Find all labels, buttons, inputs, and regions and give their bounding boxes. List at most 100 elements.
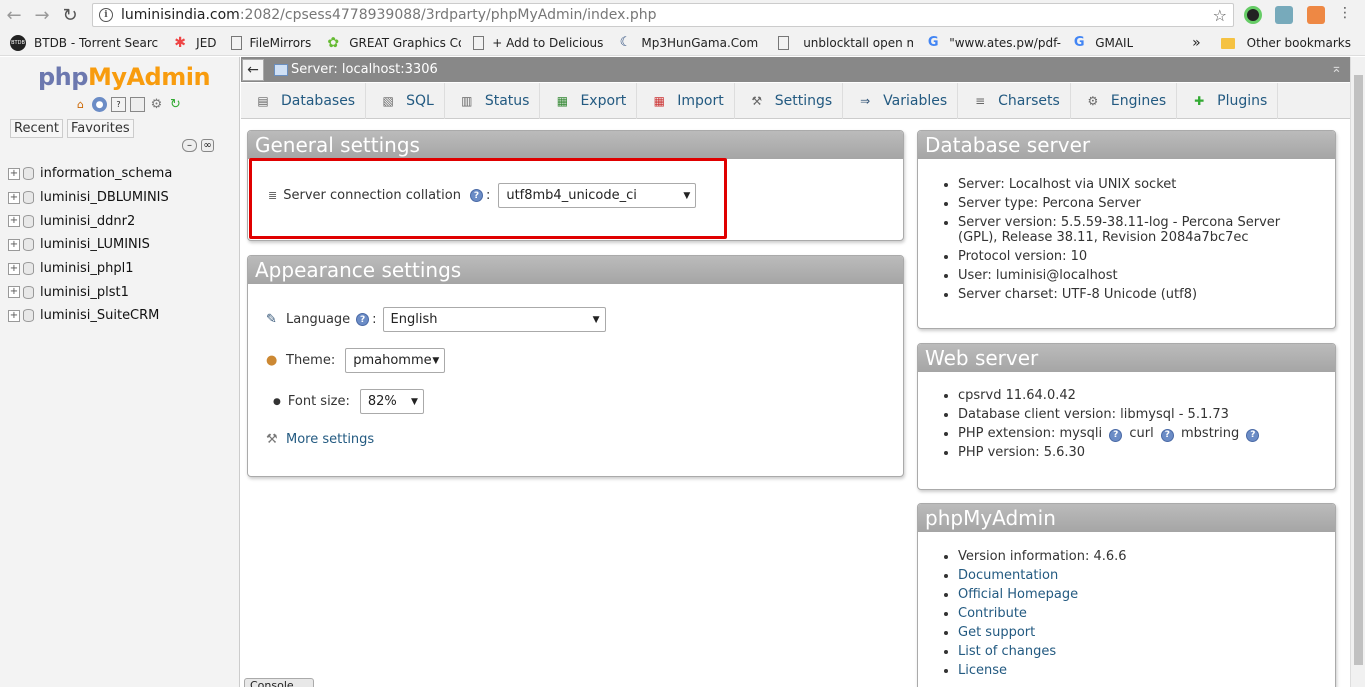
url-bar[interactable]: i luminisindia.com :2082/cpsess477893908… <box>92 3 1234 27</box>
expand-icon[interactable]: + <box>8 215 20 228</box>
bookmarks-bar: BTDB BTDB - Torrent Searc ✱ JED FileMirr… <box>0 30 1365 56</box>
expand-icon[interactable]: + <box>8 262 20 275</box>
list-item: cpsrvd 11.64.0.42 <box>958 386 1318 405</box>
expand-icon[interactable]: + <box>8 167 20 180</box>
recent-tab[interactable]: Recent <box>10 119 63 138</box>
page-scrollbar[interactable] <box>1350 57 1365 687</box>
recent-favorites-tabs: Recent Favorites <box>10 119 134 138</box>
database-name[interactable]: luminisi_plst1 <box>40 285 129 300</box>
tab-settings[interactable]: ⚒ Settings <box>735 83 844 119</box>
database-name[interactable]: luminisi_LUMINIS <box>40 237 150 252</box>
language-select[interactable]: English ▼ <box>382 307 606 332</box>
variables-icon: ⇒ <box>860 94 871 108</box>
expand-icon[interactable]: + <box>8 238 20 251</box>
license-link[interactable]: License <box>958 663 1007 678</box>
database-item[interactable]: + luminisi_DBLUMINIS <box>8 186 172 210</box>
back-arrow-icon[interactable]: ← <box>0 1 28 29</box>
engines-icon: ⚙ <box>1087 94 1099 108</box>
database-name[interactable]: luminisi_DBLUMINIS <box>40 190 169 205</box>
help-icon[interactable]: ? <box>356 313 370 326</box>
bookmark-item[interactable]: G "www.ates.pw/pdf-fi <box>925 35 1061 51</box>
bookmark-item[interactable]: G GMAIL <box>1071 35 1133 51</box>
server-icon <box>274 63 288 76</box>
url-path: :2082/cpsess4778939088/3rdparty/phpMyAdm… <box>239 7 657 23</box>
database-name[interactable]: luminisi_SuiteCRM <box>40 308 159 323</box>
tab-sql[interactable]: ▧ SQL <box>366 83 445 119</box>
toggle-navigation-button[interactable]: ← <box>242 58 264 81</box>
extension-icon[interactable] <box>1275 6 1293 24</box>
expand-icon[interactable]: + <box>8 286 20 299</box>
changes-link[interactable]: List of changes <box>958 644 1056 659</box>
gear-icon[interactable]: ⚙ <box>149 97 164 112</box>
bookmark-item[interactable]: BTDB BTDB - Torrent Searc <box>10 34 158 51</box>
bookmark-item[interactable]: unblocktall open ma <box>778 35 913 50</box>
tab-charsets[interactable]: ≡ Charsets <box>958 83 1071 119</box>
database-item[interactable]: + luminisi_phpl1 <box>8 257 172 281</box>
tab-databases[interactable]: ▤ Databases <box>241 83 367 119</box>
database-item[interactable]: + information_schema <box>8 162 172 186</box>
tab-status[interactable]: ▥ Status <box>445 83 541 119</box>
btdb-icon: BTDB <box>10 34 26 51</box>
server-link[interactable]: Server: localhost:3306 <box>291 62 438 77</box>
fontsize-select[interactable]: 82% ▼ <box>359 389 424 414</box>
theme-select[interactable]: pmahomme ▼ <box>345 348 446 373</box>
page-icon <box>230 35 242 50</box>
collapse-top-icon[interactable]: ⌅ <box>1331 61 1342 76</box>
info-icon[interactable]: i <box>99 8 113 22</box>
favorites-tab[interactable]: Favorites <box>66 119 134 138</box>
console-toggle[interactable]: Console <box>244 678 314 687</box>
extension-icon[interactable] <box>1307 6 1325 24</box>
contribute-link[interactable]: Contribute <box>958 606 1027 621</box>
charsets-icon: ≡ <box>975 94 986 108</box>
tab-variables[interactable]: ⇒ Variables <box>843 83 959 119</box>
bookmark-label: + Add to Delicious <box>492 35 604 50</box>
bookmark-star-icon[interactable]: ☆ <box>1213 6 1227 25</box>
forward-arrow-icon[interactable]: → <box>28 1 56 29</box>
documentation-link[interactable]: Documentation <box>958 568 1058 583</box>
bookmarks-overflow-button[interactable]: » <box>1192 35 1201 51</box>
link-icon[interactable]: ∞ <box>201 139 214 152</box>
database-name[interactable]: luminisi_ddnr2 <box>40 214 135 229</box>
extension-icon[interactable] <box>1244 6 1262 24</box>
database-server-info: Server: Localhost via UNIX socket Server… <box>958 175 1318 304</box>
database-item[interactable]: + luminisi_SuiteCRM <box>8 304 172 328</box>
list-item: List of changes <box>958 642 1318 661</box>
help-icon[interactable]: ? <box>1109 429 1123 442</box>
scrollbar-thumb[interactable] <box>1354 75 1363 665</box>
collapse-all-icon[interactable]: – <box>182 139 197 152</box>
docs-icon[interactable]: ? <box>111 97 126 112</box>
homepage-link[interactable]: Official Homepage <box>958 587 1078 602</box>
logout-icon[interactable]: ● <box>92 97 107 112</box>
database-icon <box>23 238 34 252</box>
other-bookmarks[interactable]: » Other bookmarks <box>1192 35 1351 51</box>
help-icon[interactable]: ? <box>1160 429 1174 442</box>
menu-dots-icon[interactable]: ⋮ <box>1338 5 1352 23</box>
home-icon[interactable]: ⌂ <box>73 97 88 112</box>
expand-icon[interactable]: + <box>8 191 20 204</box>
reload-icon[interactable]: ↻ <box>168 97 183 112</box>
tab-plugins[interactable]: ✚ Plugins <box>1177 83 1279 119</box>
sql-docs-icon[interactable] <box>130 97 145 112</box>
tab-import[interactable]: ▦ Import <box>637 83 735 119</box>
reload-icon[interactable]: ↻ <box>56 1 84 29</box>
support-link[interactable]: Get support <box>958 625 1035 640</box>
database-name[interactable]: luminisi_phpl1 <box>40 261 134 276</box>
bookmark-item[interactable]: ✱ JED <box>172 35 216 51</box>
bookmark-item[interactable]: ✿ GREAT Graphics Coll <box>325 35 461 51</box>
moon-icon: ☾ <box>619 35 632 50</box>
database-item[interactable]: + luminisi_LUMINIS <box>8 233 172 257</box>
tab-export[interactable]: ▦ Export <box>540 83 638 119</box>
bookmark-item[interactable]: FileMirrors <box>230 35 311 50</box>
bookmark-item[interactable]: ☾ Mp3HunGama.Com <box>617 35 759 51</box>
fontsize-row: ● Font size: 82% ▼ <box>273 389 424 414</box>
tab-engines[interactable]: ⚙ Engines <box>1071 83 1178 119</box>
expand-icon[interactable]: + <box>8 309 20 322</box>
bookmark-item[interactable]: + Add to Delicious <box>473 35 604 50</box>
database-name[interactable]: information_schema <box>40 166 172 181</box>
phpmyadmin-logo[interactable]: phpMyAdmin <box>38 63 211 91</box>
database-item[interactable]: + luminisi_ddnr2 <box>8 209 172 233</box>
database-item[interactable]: + luminisi_plst1 <box>8 280 172 304</box>
more-settings-link[interactable]: More settings <box>286 432 374 447</box>
puzzle-icon: ✚ <box>1194 94 1205 108</box>
help-icon[interactable]: ? <box>1246 429 1260 442</box>
